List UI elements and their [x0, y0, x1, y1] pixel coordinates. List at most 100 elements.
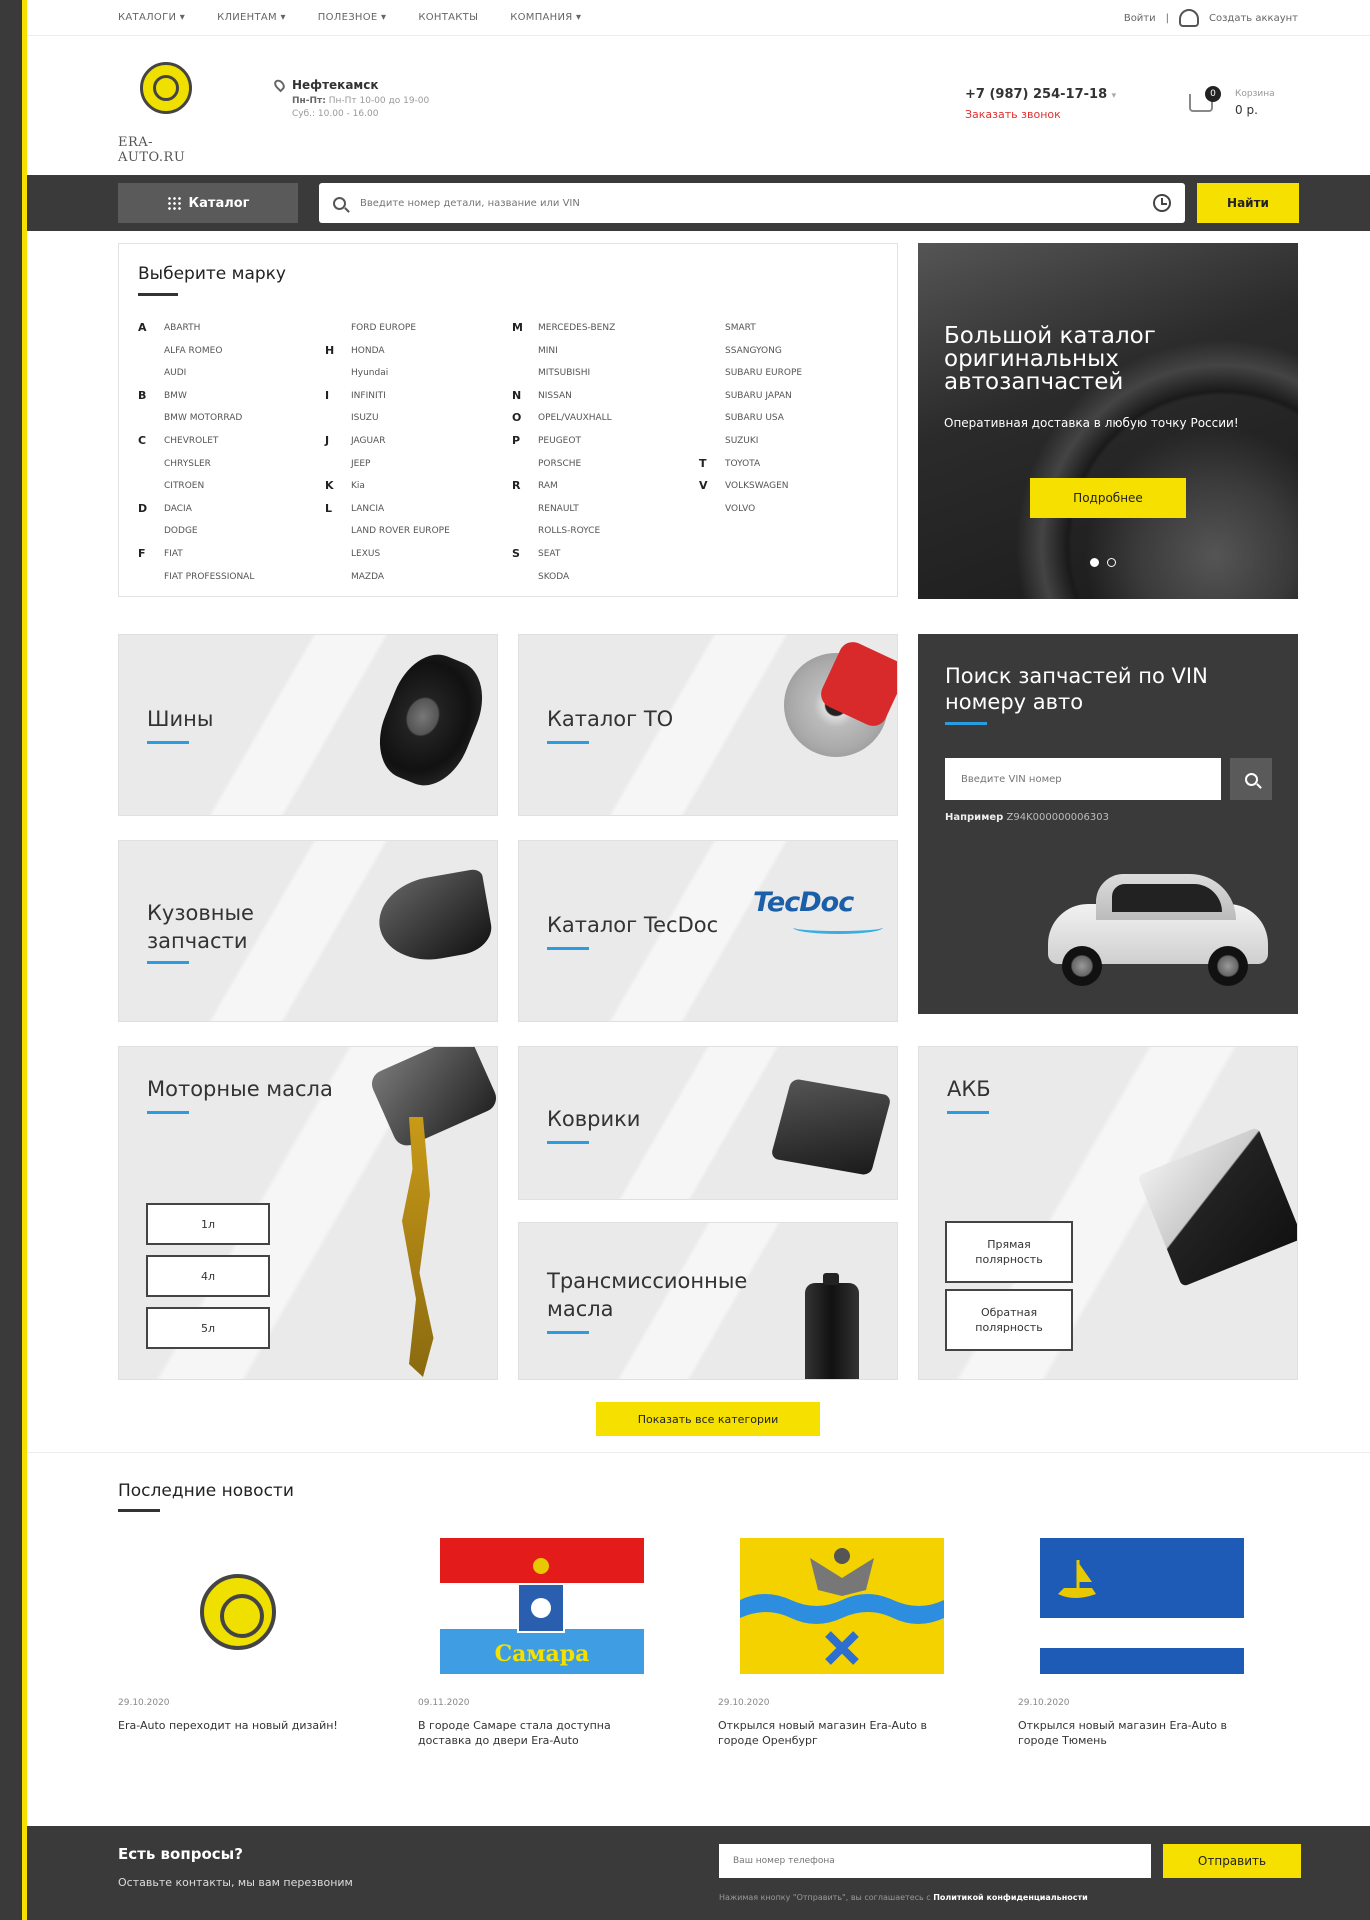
category-tires[interactable]: Шины — [118, 634, 498, 816]
brand-link[interactable]: RENAULT — [538, 498, 579, 521]
brand-link[interactable]: CHEVROLET — [164, 430, 218, 453]
brand-link[interactable]: Kia — [351, 475, 365, 498]
brand-link[interactable]: ISUZU — [351, 407, 379, 430]
brand-link[interactable]: SUBARU EUROPE — [725, 362, 802, 385]
category-motor-oils[interactable]: Моторные масла 1л 4л 5л — [118, 1046, 498, 1380]
phone-input[interactable] — [719, 1844, 1151, 1878]
news-headline[interactable]: Era-Auto переходит на новый дизайн! — [118, 1718, 358, 1733]
find-button[interactable]: Найти — [1197, 183, 1299, 223]
brand-link[interactable]: FIAT — [164, 543, 183, 566]
brand-link[interactable]: DACIA — [164, 498, 192, 521]
brand-link[interactable]: ROLLS-ROYCE — [538, 520, 600, 543]
brand-link[interactable]: VOLVO — [725, 498, 755, 521]
brand-link[interactable]: MITSUBISHI — [538, 362, 590, 385]
brand-link[interactable]: SKODA — [538, 566, 569, 589]
oil-volume-4l-button[interactable]: 4л — [146, 1255, 270, 1297]
news-item[interactable]: Самара 09.11.2020 В городе Самаре стала … — [418, 1538, 658, 1748]
chevron-down-icon[interactable]: ▾ — [1112, 91, 1117, 101]
top-nav-item[interactable]: КЛИЕНТАМ ▾ — [217, 12, 286, 23]
slider-dot-active[interactable] — [1090, 558, 1099, 567]
brand-link[interactable]: RAM — [538, 475, 558, 498]
callback-link[interactable]: Заказать звонок — [965, 108, 1061, 121]
news-item[interactable]: 29.10.2020 Открылся новый магазин Era-Au… — [1018, 1538, 1258, 1748]
history-icon[interactable] — [1153, 194, 1171, 212]
brand-link[interactable]: CITROEN — [164, 475, 204, 498]
brand-link[interactable]: FIAT PROFESSIONAL — [164, 566, 254, 589]
news-item[interactable]: 29.10.2020 Era-Auto переходит на новый д… — [118, 1538, 358, 1733]
search-input[interactable] — [360, 197, 1153, 209]
category-transmission-oils[interactable]: Трансмиссионные масла — [518, 1222, 898, 1380]
oil-volume-1l-button[interactable]: 1л — [146, 1203, 270, 1245]
hero-more-button[interactable]: Подробнее — [1030, 478, 1186, 518]
brand-link[interactable]: CHRYSLER — [164, 453, 211, 476]
brand-link[interactable]: JEEP — [351, 453, 370, 476]
vin-input[interactable] — [945, 758, 1221, 800]
show-all-categories-button[interactable]: Показать все категории — [596, 1402, 820, 1436]
brand-link[interactable]: OPEL/VAUXHALL — [538, 407, 612, 430]
cart[interactable]: 0 Корзина 0 р. — [1185, 86, 1275, 126]
catalog-button[interactable]: Каталог — [118, 183, 298, 223]
hero-banner[interactable]: Большой каталог оригинальных автозапчаст… — [918, 243, 1298, 599]
brand-link[interactable]: SUZUKI — [725, 430, 758, 453]
create-account-link[interactable]: Создать аккаунт — [1209, 13, 1298, 24]
top-nav: КАТАЛОГИ ▾ КЛИЕНТАМ ▾ ПОЛЕЗНОЕ ▾ КОНТАКТЫ КО… — [118, 12, 581, 23]
category-batteries[interactable]: АКБ Прямая полярность Обратная полярност… — [918, 1046, 1298, 1380]
brand-link[interactable]: MAZDA — [351, 566, 384, 589]
direct-polarity-button[interactable]: Прямая полярность — [945, 1221, 1073, 1283]
brand-link[interactable]: PEUGEOT — [538, 430, 581, 453]
brand-link[interactable]: AUDI — [164, 362, 186, 385]
brand-link[interactable]: HONDA — [351, 340, 385, 363]
slider-dot[interactable] — [1107, 558, 1116, 567]
brand-link[interactable]: LAND ROVER EUROPE — [351, 520, 450, 543]
category-mats[interactable]: Коврики — [518, 1046, 898, 1200]
news-item[interactable]: 29.10.2020 Открылся новый магазин Era-Au… — [718, 1538, 958, 1748]
brand-link[interactable]: FORD EUROPE — [351, 317, 416, 340]
vin-example-label: Например — [945, 812, 1004, 823]
brand-link[interactable]: INFINITI — [351, 385, 386, 408]
brand-link[interactable]: NISSAN — [538, 385, 572, 408]
category-body-parts[interactable]: Кузовные запчасти — [118, 840, 498, 1022]
brand-link[interactable]: BMW MOTORRAD — [164, 407, 242, 430]
brand-link[interactable]: SUBARU JAPAN — [725, 385, 792, 408]
brand-link[interactable]: Hyundai — [351, 362, 388, 385]
tire-image — [365, 643, 497, 797]
divider — [27, 1452, 1370, 1453]
send-button[interactable]: Отправить — [1163, 1844, 1301, 1878]
brand-link[interactable]: SUBARU USA — [725, 407, 784, 430]
brand-link[interactable]: SMART — [725, 317, 756, 340]
brand-link[interactable]: MERCEDES-BENZ — [538, 317, 615, 340]
brand-link[interactable]: TOYOTA — [725, 453, 760, 476]
top-nav-item[interactable]: КАТАЛОГИ ▾ — [118, 12, 185, 23]
phone-number[interactable]: +7 (987) 254-17-18 ▾ — [965, 87, 1116, 102]
privacy-policy-link[interactable]: Политикой конфиденциальности — [933, 1893, 1087, 1902]
vin-search-button[interactable] — [1230, 758, 1272, 800]
category-to-catalog[interactable]: Каталог ТО — [518, 634, 898, 816]
brand-link[interactable]: SSANGYONG — [725, 340, 782, 363]
brand-row: F FIAT — [138, 543, 254, 566]
reverse-polarity-button[interactable]: Обратная полярность — [945, 1289, 1073, 1351]
brand-link[interactable]: LEXUS — [351, 543, 380, 566]
site-logo[interactable]: ERA-AUTO.RU — [118, 60, 218, 165]
news-headline[interactable]: Открылся новый магазин Era-Auto в городе… — [1018, 1718, 1258, 1748]
user-icon[interactable] — [1179, 9, 1200, 27]
brand-link[interactable]: ABARTH — [164, 317, 200, 340]
login-link[interactable]: Войти — [1124, 13, 1156, 24]
brand-link[interactable]: JAGUAR — [351, 430, 385, 453]
car-image — [1048, 874, 1268, 986]
brand-link[interactable]: VOLKSWAGEN — [725, 475, 789, 498]
top-nav-item[interactable]: ПОЛЕЗНОЕ ▾ — [318, 12, 387, 23]
brand-link[interactable]: LANCIA — [351, 498, 384, 521]
top-nav-item[interactable]: КОМПАНИЯ ▾ — [510, 12, 581, 23]
category-tecdoc[interactable]: Каталог TecDoc TecDoc — [518, 840, 898, 1022]
brand-link[interactable]: ALFA ROMEO — [164, 340, 222, 363]
location[interactable]: Нефтекамск Пн-Пт: Пн-Пт 10-00 до 19-00 С… — [272, 77, 429, 121]
news-headline[interactable]: В городе Самаре стала доступна доставка … — [418, 1718, 658, 1748]
brand-link[interactable]: BMW — [164, 385, 187, 408]
news-headline[interactable]: Открылся новый магазин Era-Auto в городе… — [718, 1718, 958, 1748]
top-nav-item[interactable]: КОНТАКТЫ — [418, 12, 478, 23]
oil-volume-5l-button[interactable]: 5л — [146, 1307, 270, 1349]
brand-link[interactable]: PORSCHE — [538, 453, 581, 476]
brand-link[interactable]: MINI — [538, 340, 558, 363]
brand-link[interactable]: DODGE — [164, 520, 198, 543]
brand-link[interactable]: SEAT — [538, 543, 560, 566]
